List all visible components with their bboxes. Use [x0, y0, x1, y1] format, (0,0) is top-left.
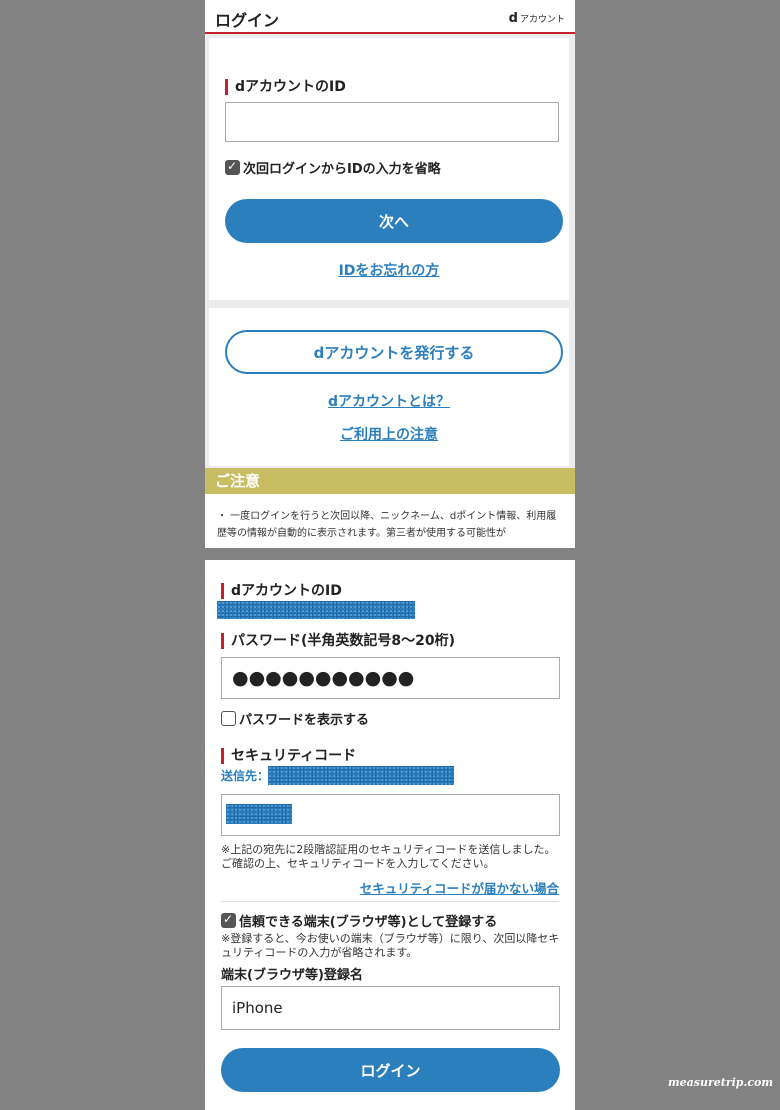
- notice-text: ・ 一度ログインを行うと次回以降、ニックネーム、dポイント情報、利用履歴等の情報…: [217, 511, 557, 539]
- trust-device-checkbox[interactable]: 信頼できる端末(ブラウザ等)として登録する: [221, 911, 498, 931]
- account-card: dアカウントを発行する dアカウントとは？ ご利用上の注意: [209, 308, 569, 466]
- checkbox-unchecked-icon: [221, 711, 236, 726]
- remember-id-checkbox[interactable]: 次回ログインからIDの入力を省略: [225, 158, 441, 178]
- id-input[interactable]: [225, 102, 559, 142]
- notice-body: ・ 一度ログインを行うと次回以降、ニックネーム、dポイント情報、利用履歴等の情報…: [205, 494, 575, 548]
- password-label: パスワード(半角英数記号8〜20桁): [221, 632, 455, 650]
- masked-destination: [268, 766, 454, 785]
- issue-account-button[interactable]: dアカウントを発行する: [225, 330, 563, 374]
- remember-id-label: 次回ログインからIDの入力を省略: [243, 162, 441, 177]
- login-password-screen: dアカウントのID パスワード(半角英数記号8〜20桁) ●●●●●●●●●●●…: [205, 560, 575, 1110]
- divider: [221, 901, 559, 902]
- trust-device-label: 信頼できる端末(ブラウザ等)として登録する: [239, 915, 498, 930]
- terms-link[interactable]: ご利用上の注意: [209, 424, 569, 444]
- login-id-screen: ログイン dアカウント dアカウントのID 次回ログインからIDの入力を省略 次…: [205, 0, 575, 548]
- d-account-logo: d アカウント: [509, 11, 565, 26]
- trust-device-note: ※登録すると、今お使いの端末（ブラウザ等）に限り、次回以降セキュリティコードの入…: [221, 932, 560, 959]
- masked-id: [217, 601, 415, 619]
- security-code-note: ※上記の宛先に2段階認証用のセキュリティコードを送信しました。ご確認の上、セキュ…: [221, 843, 556, 870]
- show-password-checkbox[interactable]: パスワードを表示する: [221, 711, 369, 729]
- sent-to-label: 送信先：: [221, 769, 270, 783]
- id-card: dアカウントのID 次回ログインからIDの入力を省略 次へ IDをお忘れの方: [209, 38, 569, 300]
- checkbox-checked-icon: [225, 158, 240, 175]
- forgot-id-link[interactable]: IDをお忘れの方: [209, 260, 569, 280]
- id-label-2: dアカウントのID: [221, 582, 342, 600]
- code-not-received-link[interactable]: セキュリティコードが届かない場合: [360, 878, 559, 897]
- device-name-input[interactable]: [221, 986, 560, 1030]
- logo-d: d: [508, 11, 518, 26]
- security-code-input[interactable]: [221, 794, 560, 836]
- header: ログイン d アカウント: [205, 0, 575, 34]
- page-title: ログイン: [215, 11, 280, 30]
- password-input[interactable]: ●●●●●●●●●●●: [221, 657, 560, 699]
- login-button[interactable]: ログイン: [221, 1048, 560, 1092]
- checkbox-checked-icon: [221, 911, 236, 928]
- show-password-label: パスワードを表示する: [239, 713, 370, 728]
- device-name-label: 端末(ブラウザ等)登録名: [221, 968, 363, 983]
- logo-text: アカウント: [519, 15, 565, 25]
- id-label: dアカウントのID: [225, 78, 346, 96]
- security-code-label: セキュリティコード: [221, 747, 356, 765]
- masked-security-code: [226, 804, 292, 824]
- watermark: measuretrip.com: [668, 1076, 773, 1089]
- notice-header: ご注意: [205, 468, 575, 494]
- what-is-d-account-link[interactable]: dアカウントとは？: [209, 391, 569, 411]
- next-button[interactable]: 次へ: [225, 199, 563, 243]
